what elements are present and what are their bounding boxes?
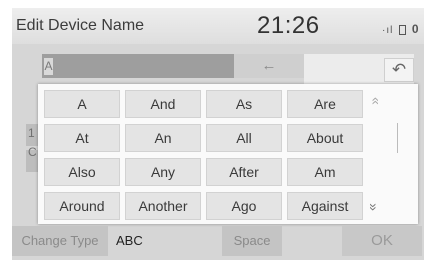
name-input-field[interactable]: [42, 54, 234, 78]
input-mode-label: ABC: [116, 233, 143, 248]
prediction-candidate[interactable]: Also: [44, 158, 120, 186]
prediction-candidate[interactable]: Am: [287, 158, 363, 186]
prediction-candidate[interactable]: All: [206, 124, 282, 152]
screen: Edit Device Name 21:26 ·ıl 0 A ← ↶ 1 C A…: [12, 8, 424, 260]
backspace-icon: ←: [261, 57, 277, 74]
prediction-candidate[interactable]: Any: [125, 158, 201, 186]
prediction-candidate[interactable]: And: [125, 90, 201, 118]
back-button[interactable]: ↶: [384, 58, 414, 82]
status-icons: ·ıl 0: [382, 22, 420, 36]
prediction-candidate[interactable]: A: [44, 90, 120, 118]
scroll-track: [397, 123, 398, 153]
prediction-candidate[interactable]: After: [206, 158, 282, 186]
scroll-up-icon[interactable]: »: [366, 97, 382, 105]
prediction-candidate[interactable]: Ago: [206, 192, 282, 220]
header-bar: Edit Device Name 21:26 ·ıl 0: [12, 8, 424, 44]
space-button[interactable]: Space: [222, 226, 282, 256]
battery-icon: [399, 25, 407, 36]
signal-icon: ·ıl: [382, 25, 394, 36]
prediction-candidate[interactable]: Around: [44, 192, 120, 220]
scroll-down-icon[interactable]: »: [366, 203, 382, 211]
input-text: A: [44, 58, 53, 75]
change-type-button[interactable]: Change Type: [12, 226, 108, 256]
prediction-candidate[interactable]: An: [125, 124, 201, 152]
status-count: 0: [411, 22, 420, 36]
prediction-candidate[interactable]: Another: [125, 192, 201, 220]
prediction-candidate[interactable]: Are: [287, 90, 363, 118]
ok-button[interactable]: OK: [342, 226, 422, 256]
backspace-button[interactable]: ←: [234, 54, 304, 78]
prediction-candidate[interactable]: Against: [287, 192, 363, 220]
prediction-candidate[interactable]: At: [44, 124, 120, 152]
prediction-panel: A And As Are At An All About Also Any Af…: [38, 84, 418, 224]
background-key-label: 1: [28, 126, 35, 140]
background-key-label: C: [28, 145, 37, 159]
back-icon: ↶: [391, 60, 407, 79]
prediction-candidate[interactable]: About: [287, 124, 363, 152]
page-title: Edit Device Name: [16, 17, 145, 34]
prediction-candidate[interactable]: As: [206, 90, 282, 118]
clock: 21:26: [257, 12, 320, 39]
